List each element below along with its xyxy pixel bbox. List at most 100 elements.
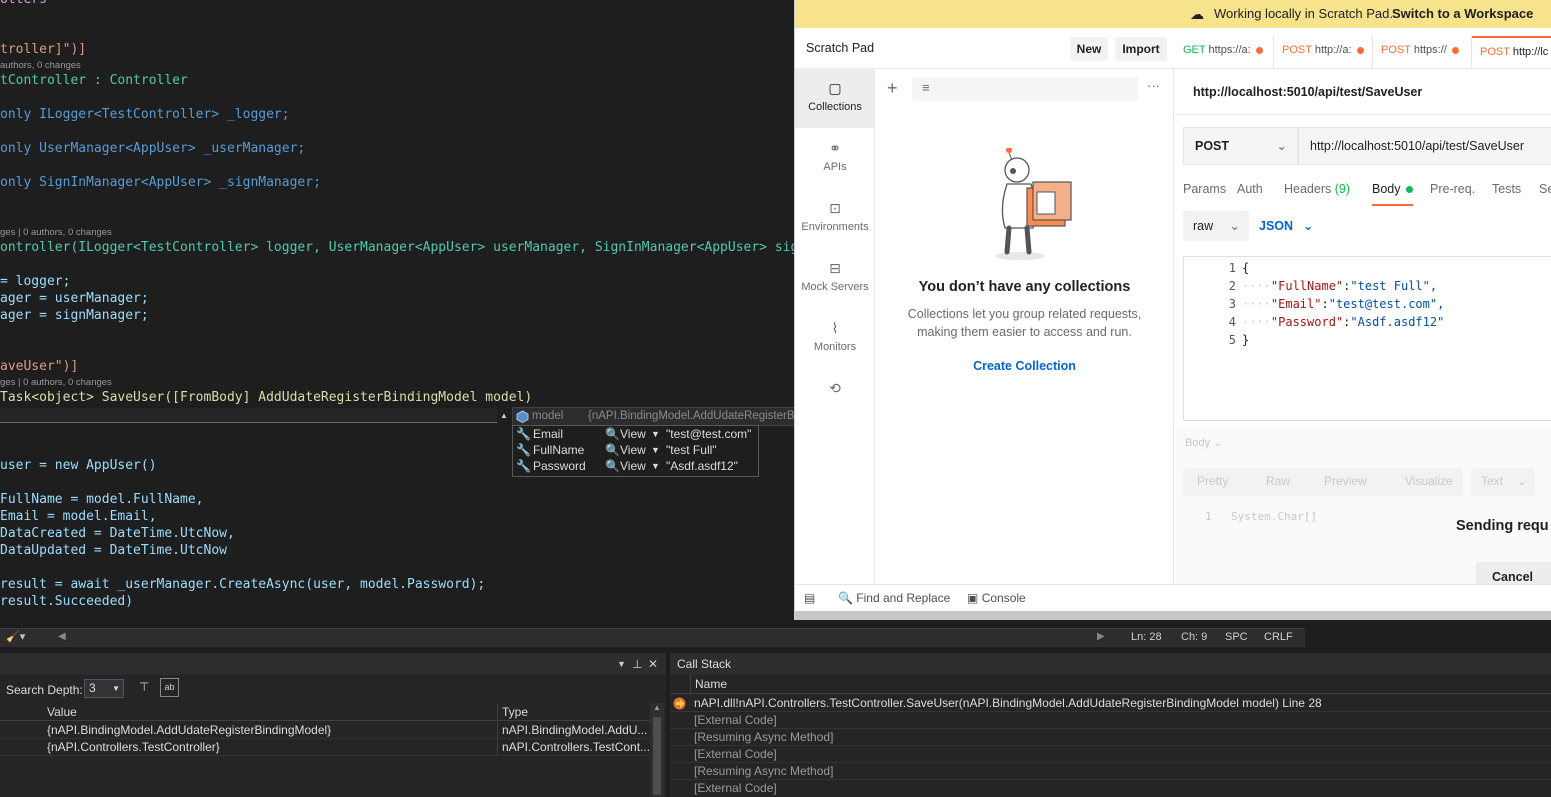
- code-line: only SignInManager<AppUser> _signManager…: [0, 175, 321, 190]
- magnifier-icon[interactable]: 🔍: [605, 442, 620, 458]
- type-cell: nAPI.BindingModel.AddU...: [502, 723, 648, 737]
- type-column-header[interactable]: Type: [502, 703, 528, 721]
- sidebar-item-monitors[interactable]: ⌇ Monitors: [795, 320, 875, 353]
- line-ending-indicator[interactable]: CRLF: [1264, 631, 1293, 643]
- body-language-select[interactable]: JSON ⌄: [1259, 218, 1314, 233]
- call-stack-frame[interactable]: [External Code]: [670, 780, 1551, 797]
- table-row[interactable]: {nAPI.Controllers.TestController} nAPI.C…: [0, 739, 650, 756]
- column-indicator[interactable]: Ch: 9: [1181, 631, 1207, 643]
- datatip-name: model: [532, 410, 564, 422]
- dropdown-icon[interactable]: ▼: [651, 426, 660, 442]
- line-indicator[interactable]: Ln: 28: [1131, 631, 1162, 643]
- tab-settings[interactable]: Se: [1539, 182, 1551, 196]
- new-button[interactable]: New: [1070, 37, 1108, 61]
- scroll-right-icon[interactable]: ▶: [1097, 631, 1105, 642]
- dropdown-icon[interactable]: ▼: [651, 458, 660, 474]
- visualizer-link[interactable]: View: [620, 458, 646, 474]
- table-row[interactable]: {nAPI.BindingModel.AddUdateRegisterBindi…: [0, 722, 650, 739]
- pin-icon[interactable]: ⊥: [632, 653, 642, 675]
- scrollbar[interactable]: ▲: [650, 703, 664, 797]
- close-icon[interactable]: ✕: [648, 653, 658, 675]
- body-mode-select[interactable]: raw ⌄: [1183, 211, 1249, 241]
- history-icon: ⟲: [829, 380, 841, 396]
- call-stack-frame[interactable]: [Resuming Async Method]: [670, 763, 1551, 780]
- create-collection-link[interactable]: Create Collection: [875, 359, 1174, 373]
- frame-name: [Resuming Async Method]: [694, 764, 834, 778]
- code-editor[interactable]: otters troller]")] authors, 0 changes tC…: [0, 0, 800, 628]
- tab-prerequest[interactable]: Pre-req.: [1430, 182, 1475, 196]
- tab-raw[interactable]: Raw: [1266, 474, 1290, 488]
- datatip-row[interactable]: 🔧 Password 🔍 View ▼ "Asdf.asdf12": [513, 458, 758, 474]
- member-name: Password: [533, 459, 586, 473]
- sidebar-item-apis[interactable]: ⚭ APIs: [795, 140, 875, 173]
- format-icon[interactable]: ab: [160, 678, 179, 697]
- search-depth-label: Search Depth:: [6, 683, 83, 697]
- name-column-header[interactable]: Name: [695, 675, 727, 694]
- search-depth-select[interactable]: 3 ▼: [84, 679, 124, 698]
- filter-icon[interactable]: ⊤: [139, 680, 149, 694]
- request-tab[interactable]: POST https://: [1373, 36, 1472, 68]
- member-value[interactable]: "test@test.com": [666, 426, 751, 442]
- plus-icon[interactable]: +: [887, 78, 898, 99]
- console-button[interactable]: ▣ Console: [967, 585, 1026, 611]
- datatip-collapse-icon[interactable]: ▲: [500, 411, 508, 420]
- locals-toolbar: Search Depth: 3 ▼ ⊤ ab: [0, 675, 666, 703]
- more-options-icon[interactable]: ···: [1147, 78, 1160, 93]
- tab-visualize[interactable]: Visualize: [1405, 474, 1453, 488]
- method-select[interactable]: POST ⌄: [1183, 127, 1298, 165]
- dropdown-icon[interactable]: ▼: [617, 653, 626, 675]
- line-number: 1: [1205, 510, 1212, 523]
- tab-params[interactable]: Params: [1183, 182, 1226, 196]
- url-input[interactable]: http://localhost:5010/api/test/SaveUser: [1298, 127, 1551, 165]
- call-stack-frame[interactable]: nAPI.dll!nAPI.Controllers.TestController…: [670, 695, 1551, 712]
- call-stack-frame[interactable]: [External Code]: [670, 746, 1551, 763]
- call-stack-panel: Call Stack Name nAPI.dll!nAPI.Controller…: [670, 653, 1551, 797]
- request-title[interactable]: http://localhost:5010/api/test/SaveUser: [1193, 85, 1422, 99]
- datatip-row[interactable]: 🔧 FullName 🔍 View ▼ "test Full": [513, 442, 758, 458]
- find-replace-button[interactable]: 🔍 Find and Replace: [838, 585, 950, 611]
- frame-name: [Resuming Async Method]: [694, 730, 834, 744]
- visualizer-link[interactable]: View: [620, 426, 646, 442]
- sidebar-item-environments[interactable]: ⊡ Environments: [795, 200, 875, 233]
- member-value[interactable]: "test Full": [666, 442, 717, 458]
- switch-workspace-link[interactable]: Switch to a Workspace: [1392, 0, 1533, 28]
- request-tab[interactable]: POST http://a:: [1274, 36, 1373, 68]
- response-type-select[interactable]: Text ⌄: [1471, 468, 1535, 496]
- tab-preview[interactable]: Preview: [1324, 474, 1367, 488]
- tab-pretty[interactable]: Pretty: [1197, 474, 1228, 488]
- tab-tests[interactable]: Tests: [1492, 182, 1521, 196]
- magnifier-icon[interactable]: 🔍: [605, 458, 620, 474]
- tab-auth[interactable]: Auth: [1237, 182, 1263, 196]
- member-value[interactable]: "Asdf.asdf12": [666, 458, 738, 474]
- request-tab[interactable]: GET https://a:: [1175, 36, 1274, 68]
- visualizer-link[interactable]: View: [620, 442, 646, 458]
- codelens[interactable]: authors, 0 changes: [0, 60, 81, 71]
- sidebar-item-mock-servers[interactable]: ⊟ Mock Servers: [795, 260, 875, 293]
- datatip-row[interactable]: 🔧 Email 🔍 View ▼ "test@test.com": [513, 426, 758, 442]
- tab-body[interactable]: Body: [1372, 182, 1413, 206]
- body-json-editor[interactable]: 1 { 2 ····"FullName":"test Full", 3 ····…: [1183, 256, 1551, 421]
- dropdown-icon[interactable]: ▼: [651, 442, 660, 458]
- magnifier-icon[interactable]: 🔍: [605, 426, 620, 442]
- tab-headers[interactable]: Headers (9): [1284, 182, 1350, 196]
- collections-search-input[interactable]: ≡: [912, 77, 1138, 101]
- call-stack-frame[interactable]: [External Code]: [670, 712, 1551, 729]
- collections-pane: + ≡ ··· You don’t have any collections C…: [875, 68, 1174, 584]
- import-button[interactable]: Import: [1115, 37, 1167, 61]
- sidebar-toggle-icon[interactable]: ▤: [804, 585, 815, 611]
- code-line: DataUpdated = DateTime.UtcNow: [0, 543, 227, 558]
- brush-icon[interactable]: 🧹▾: [6, 630, 25, 643]
- whitespace-indicator[interactable]: SPC: [1225, 631, 1248, 643]
- codelens[interactable]: ges | 0 authors, 0 changes: [0, 377, 112, 388]
- horizontal-scrollbar[interactable]: [795, 611, 1551, 620]
- scroll-left-icon[interactable]: ◀: [58, 631, 66, 642]
- sidebar-item-collections[interactable]: ▢ Collections: [795, 68, 875, 128]
- empty-state-description: Collections let you group related reques…: [907, 307, 1142, 321]
- call-stack-frame[interactable]: [Resuming Async Method]: [670, 729, 1551, 746]
- value-column-header[interactable]: Value: [47, 703, 77, 721]
- sidebar-item-history[interactable]: ⟲: [795, 380, 875, 397]
- request-tab-active[interactable]: POST http://lc: [1472, 36, 1551, 68]
- response-body-select[interactable]: Body ⌄: [1185, 436, 1222, 449]
- quick-input-bar[interactable]: [0, 409, 497, 423]
- codelens[interactable]: ges | 0 authors, 0 changes: [0, 227, 112, 238]
